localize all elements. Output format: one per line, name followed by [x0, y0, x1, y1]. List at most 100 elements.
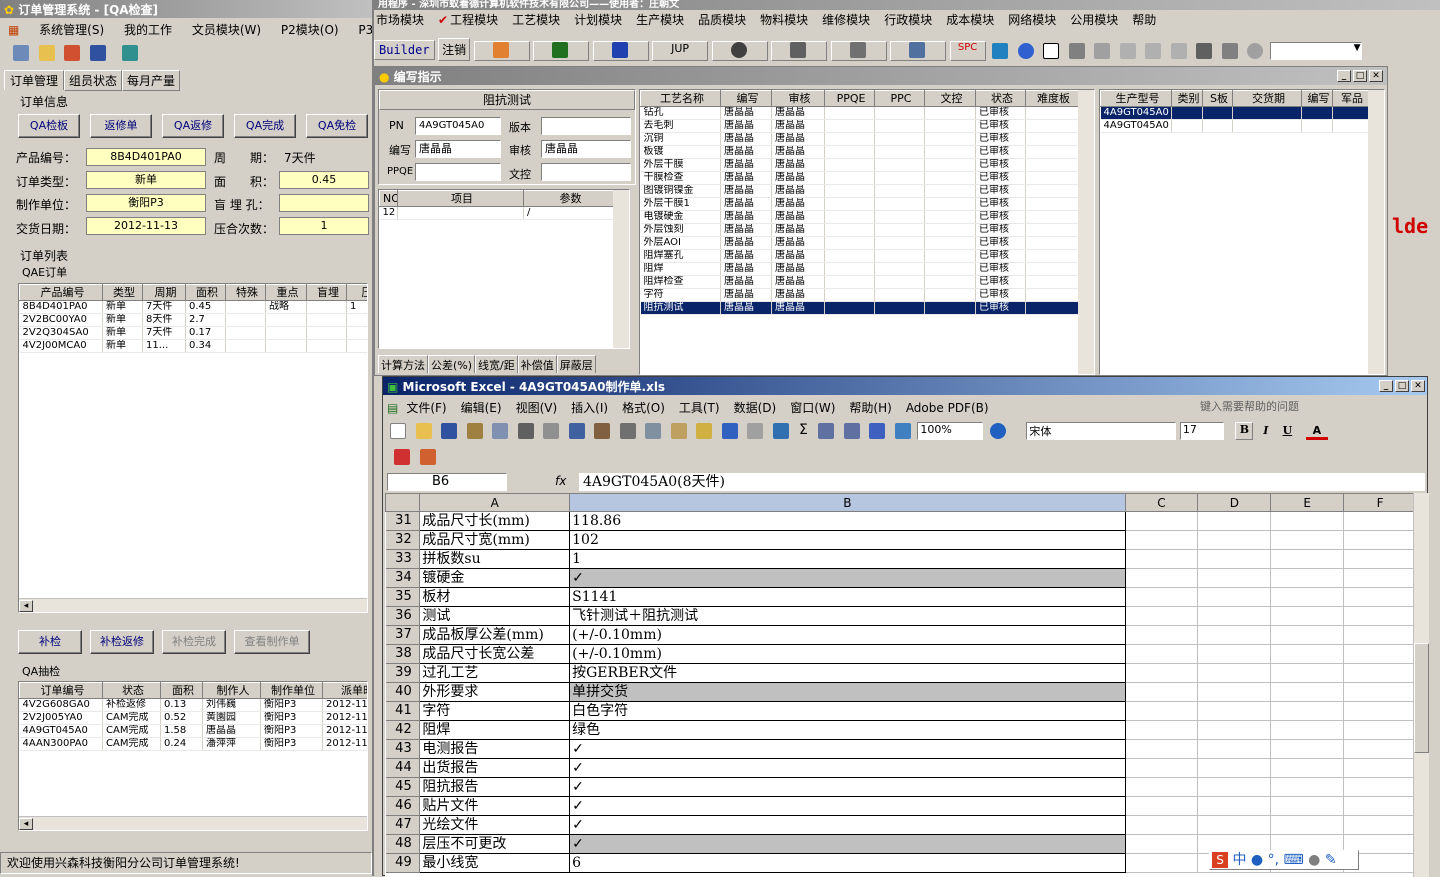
cell-empty[interactable]	[1343, 758, 1415, 778]
save-icon[interactable]	[89, 45, 106, 61]
toolbar-btn-eye[interactable]	[711, 41, 768, 61]
spelling-icon[interactable]	[568, 423, 585, 439]
cell-empty[interactable]	[1343, 511, 1415, 531]
scroll-left-icon[interactable]: ◂	[19, 818, 33, 830]
cell-empty[interactable]	[1343, 549, 1415, 569]
process-row[interactable]: 干膜检查 唐晶晶 唐晶晶 已审核	[640, 171, 1079, 185]
row-header[interactable]: 35	[385, 587, 421, 607]
cell-b[interactable]: ✓	[569, 777, 1126, 797]
param-col-header[interactable]: 参数	[523, 190, 615, 207]
pdf-icon[interactable]	[394, 449, 410, 465]
print-preview-icon[interactable]	[543, 423, 559, 439]
help-search-input[interactable]: 键入需要帮助的问题	[1197, 399, 1373, 417]
cell-empty[interactable]	[1343, 701, 1415, 721]
qae-col-header[interactable]: 面积	[185, 284, 226, 301]
cell-empty[interactable]	[1270, 701, 1345, 721]
menu-item[interactable]: 生产模块	[636, 13, 684, 27]
cell-a[interactable]: 层压不可更改	[419, 834, 571, 854]
model-col-header[interactable]: 类别	[1171, 90, 1203, 107]
process-row[interactable]: 字符 唐晶晶 唐晶晶 已审核	[640, 288, 1079, 302]
column-header[interactable]: B	[569, 493, 1126, 512]
menu-item[interactable]: 维修模块	[822, 13, 870, 27]
name-box[interactable]: B6	[387, 473, 507, 491]
tools-icon[interactable]: ✎	[1325, 852, 1337, 868]
blind-field[interactable]	[279, 194, 369, 212]
cell-empty[interactable]	[1343, 682, 1415, 702]
moon-icon[interactable]: ●	[1251, 852, 1263, 868]
cell-empty[interactable]	[1343, 568, 1415, 588]
cell-a[interactable]: 最小线宽	[419, 853, 571, 873]
qae-row[interactable]: 4V2J00MCA0 新单 11... 0.34	[19, 339, 367, 353]
cell-empty[interactable]	[1343, 739, 1415, 759]
cell-a[interactable]: 成品尺寸宽(mm)	[419, 530, 571, 550]
undo-icon[interactable]	[721, 423, 738, 439]
toolbar-btn-users[interactable]	[830, 41, 887, 61]
process-row[interactable]: 外层干膜 唐晶晶 唐晶晶 已审核	[640, 158, 1079, 172]
cell-empty[interactable]	[1343, 720, 1415, 740]
version-field[interactable]	[541, 117, 631, 135]
process-row[interactable]: 钻孔 唐晶晶 唐晶晶 已审核	[640, 106, 1079, 120]
row-header[interactable]: 43	[385, 739, 421, 759]
cell-empty[interactable]	[1197, 663, 1272, 683]
row-header[interactable]: 47	[385, 815, 421, 835]
cell-empty[interactable]	[1270, 549, 1345, 569]
cell-a[interactable]: 镀硬金	[419, 568, 571, 588]
process-col-header[interactable]: 编写	[720, 90, 772, 107]
cell-empty[interactable]	[1343, 796, 1415, 816]
excel-menu-item[interactable]: 格式(O)	[622, 401, 665, 415]
column-header[interactable]: E	[1270, 493, 1345, 512]
menu-item[interactable]: 计划模块	[574, 13, 622, 27]
qa-exempt-button[interactable]: QA免检	[306, 114, 368, 138]
excel-menu-item[interactable]: 编辑(E)	[461, 401, 502, 415]
cell-empty[interactable]	[1125, 511, 1199, 531]
cell-empty[interactable]	[1125, 682, 1199, 702]
cell-empty[interactable]	[1343, 815, 1415, 835]
cell-empty[interactable]	[1197, 815, 1272, 835]
qa-complete-button[interactable]: QA完成	[234, 114, 296, 138]
menu-item[interactable]: 工艺模块	[512, 13, 560, 27]
qae-col-header[interactable]: 盲埋	[306, 284, 347, 301]
row-header[interactable]: 42	[385, 720, 421, 740]
scroll-thumb[interactable]	[1414, 643, 1429, 753]
refresh-icon[interactable]	[992, 43, 1009, 59]
qa-row[interactable]: 4V2G608GA0补检返修0.13刘伟巍衡阳P32012-11-1	[19, 698, 367, 712]
cell-empty[interactable]	[1343, 587, 1415, 607]
menu-item[interactable]: 行政模块	[884, 13, 932, 27]
underline-button[interactable]: U	[1278, 424, 1296, 437]
qa-col-header[interactable]: 面积	[160, 682, 203, 699]
cut-icon[interactable]	[1068, 43, 1085, 59]
sogou-icon[interactable]: S	[1212, 852, 1228, 868]
cell-empty[interactable]	[1125, 606, 1199, 626]
cell-empty[interactable]	[1125, 663, 1199, 683]
permission-icon[interactable]	[466, 423, 483, 439]
format-painter-icon[interactable]	[696, 423, 712, 439]
pn-field[interactable]: 4A9GT045A0	[415, 117, 501, 135]
process-row[interactable]: 电镀硬金 唐晶晶 唐晶晶 已审核	[640, 210, 1079, 224]
cell-a[interactable]: 板材	[419, 587, 571, 607]
row-header[interactable]: 39	[385, 663, 421, 683]
tab-monthly[interactable]: 每月产量	[122, 70, 181, 91]
cut-icon[interactable]	[619, 423, 636, 439]
cell-a[interactable]: 测试	[419, 606, 571, 626]
cell-empty[interactable]	[1343, 606, 1415, 626]
help-icon[interactable]	[989, 423, 1006, 439]
qa-col-header[interactable]: 派单时	[322, 682, 367, 699]
cell-a[interactable]: 阻抗报告	[419, 777, 571, 797]
delivery-date-field[interactable]: 2012-11-13	[86, 217, 206, 235]
help-icon[interactable]	[1247, 43, 1264, 59]
cell-a[interactable]: 成品尺寸长(mm)	[419, 511, 571, 531]
cell-empty[interactable]	[1270, 568, 1345, 588]
row-header[interactable]: 32	[385, 530, 421, 550]
qae-col-header[interactable]: 周期	[142, 284, 186, 301]
cell-empty[interactable]	[1125, 625, 1199, 645]
research-icon[interactable]	[594, 423, 610, 439]
qae-row[interactable]: 2V2BC00YA0 新单 8天件 2.7	[19, 313, 367, 327]
menu-item[interactable]: 帮助	[1132, 13, 1156, 27]
ppqe-field[interactable]	[415, 163, 501, 181]
param-col-header[interactable]: NO	[379, 190, 398, 207]
excel-menu-item[interactable]: 视图(V)	[516, 401, 558, 415]
recheck-complete-button[interactable]: 补检完成	[162, 630, 226, 654]
process-col-header[interactable]: 工艺名称	[640, 90, 721, 107]
hyperlink-icon[interactable]	[772, 423, 789, 439]
cell-a[interactable]: 电测报告	[419, 739, 571, 759]
